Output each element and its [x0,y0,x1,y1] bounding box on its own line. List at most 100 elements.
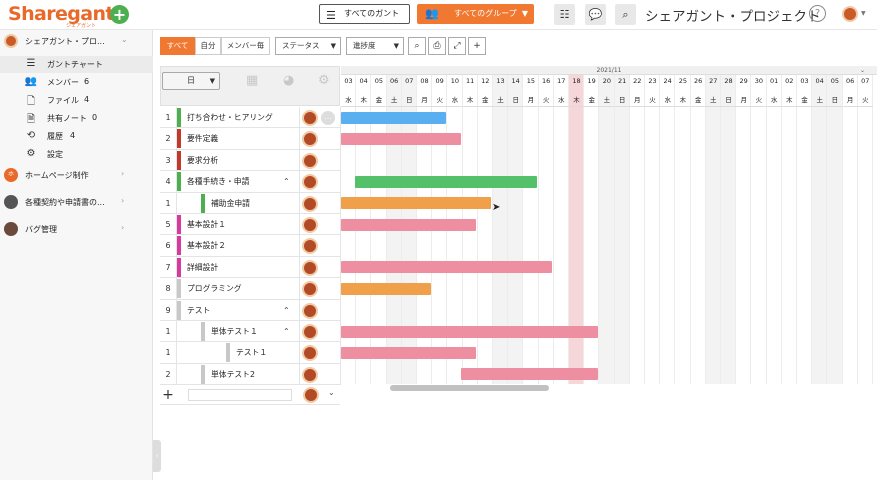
day-number: 25 [678,77,688,85]
sidebar-item-notes[interactable]: 🗎 共有ノート 0 [0,110,153,127]
status-select[interactable]: ステータス ▼ [275,37,341,55]
task-name[interactable]: 補助金申請 [211,193,250,214]
search-icon[interactable]: ⌕ [615,4,636,25]
task-row[interactable]: 6 基本設計２ [160,235,340,257]
task-name[interactable]: 要求分析 [187,150,218,171]
assignee-avatar[interactable] [302,238,318,255]
task-name[interactable]: 基本設計２ [187,235,226,256]
task-row[interactable]: 9 テスト ⌃ [160,300,340,321]
chat-icon[interactable]: 💬 [585,4,606,25]
task-row[interactable]: 1 打ち合わせ・ヒアリング… [160,107,340,129]
task-row[interactable]: 1 テスト１ [160,342,340,364]
collapse-chevron-icon[interactable]: ⌃ [283,171,290,192]
user-menu-caret-icon[interactable]: ▼ [861,10,866,17]
gantt-bar[interactable] [341,197,492,210]
add-task-icon[interactable]: + [160,385,176,405]
scrollbar-thumb[interactable] [390,385,549,391]
all-groups-button[interactable]: 👥 すべてのグループ ▼ [417,4,534,24]
gantt-bar[interactable] [341,132,462,145]
assignee-avatar[interactable] [302,152,318,169]
chevron-down-icon[interactable]: ⌄ [860,66,865,75]
print-icon[interactable]: ⎙ [428,37,446,55]
add-project-icon[interactable]: + [110,5,129,24]
sidebar-project-contracts[interactable]: 各種契約や申請書の... › [0,191,153,215]
expand-icon[interactable]: ⤢ [448,37,466,55]
help-icon[interactable]: ? [809,5,826,22]
gantt-bar[interactable] [341,282,431,295]
chevron-right-icon[interactable]: › [121,169,124,178]
task-name[interactable]: 単体テスト2 [211,364,255,385]
chevron-down-icon: ▼ [330,42,336,50]
task-name[interactable]: テスト１ [236,342,267,363]
task-row[interactable]: 2 要件定義 [160,128,340,150]
sidebar-project-homepage[interactable]: ホ ホームページ制作 › [0,164,153,188]
task-row[interactable]: 8 プログラミング [160,278,340,300]
assignee-avatar[interactable] [302,345,318,362]
gantt-bar[interactable] [341,111,446,124]
task-row[interactable]: 7 詳細設計 [160,257,340,279]
assignee-avatar[interactable] [302,324,318,340]
scale-select[interactable]: 日 ▼ [162,72,220,90]
assignee-avatar[interactable] [302,281,318,298]
gear-icon[interactable]: ⚙ [318,73,330,88]
sidebar-item-files[interactable]: 🗋 ファイル 4 [0,92,153,109]
chevron-right-icon[interactable]: › [121,196,124,205]
filter-mine-button[interactable]: 自分 [195,37,221,55]
sidebar-item-members[interactable]: 👥 メンバー 6 [0,74,153,91]
task-row[interactable]: 3 要求分析 [160,150,340,172]
collapse-chevron-icon[interactable]: ⌃ [283,300,290,321]
sidebar-collapse-handle[interactable]: ‹ [153,440,161,472]
add-icon[interactable]: + [468,37,486,55]
gantt-bar[interactable] [341,346,477,359]
filter-per-member-button[interactable]: メンバー毎 [221,37,270,55]
collapse-chevron-icon[interactable]: ⌃ [283,321,290,342]
task-name[interactable]: テスト [187,300,210,321]
assignee-avatar[interactable] [302,131,318,148]
task-list-icon[interactable]: ☷ [554,4,575,25]
assignee-avatar[interactable] [302,366,318,383]
new-task-input[interactable] [188,389,292,401]
task-row[interactable]: 1 補助金申請 [160,193,340,214]
task-row[interactable]: 1 単体テスト１ ⌃ [160,321,340,343]
user-avatar[interactable] [842,6,858,22]
more-options-icon[interactable]: … [321,111,335,125]
task-name[interactable]: 打ち合わせ・ヒアリング [187,107,273,128]
sidebar-item-settings[interactable]: ⚙ 設定 [0,146,153,163]
chevron-right-icon[interactable]: › [121,223,124,232]
assignee-avatar[interactable] [303,387,319,403]
assignee-avatar[interactable] [302,195,318,212]
assignee-avatar[interactable] [302,302,318,319]
task-row[interactable]: 5 基本設計１ [160,214,340,236]
task-name[interactable]: 各種手続き・申請 [187,171,249,192]
task-name[interactable]: 基本設計１ [187,214,226,235]
gantt-bar[interactable] [341,218,477,231]
assignee-avatar[interactable] [302,174,318,191]
assignee-avatar[interactable] [302,110,318,126]
task-name[interactable]: 要件定義 [187,128,218,149]
sidebar-item-gantt[interactable]: ☰ ガントチャート [0,56,153,73]
task-row[interactable]: 2 単体テスト2 [160,364,340,386]
assignee-avatar[interactable] [302,217,318,233]
gantt-bar[interactable] [354,175,538,188]
calendar-icon[interactable]: ▦ [246,73,258,88]
sidebar-project-sharegantt[interactable]: シェアガント・プロ... ⌄ [0,30,153,54]
assignee-avatar[interactable] [302,259,318,276]
sidebar-item-history[interactable]: ⟲ 履歴 4 [0,128,153,145]
gantt-bar[interactable] [341,261,553,274]
day-column: 03 金 [797,75,813,386]
all-gantt-button[interactable]: ☰ すべてのガント [319,4,410,24]
horizontal-scrollbar[interactable] [341,384,877,392]
chevron-down-icon[interactable]: ⌄ [121,35,128,44]
chevron-down-icon[interactable]: ⌄ [328,388,335,397]
sidebar-project-bugs[interactable]: バグ管理 › [0,218,153,242]
task-name[interactable]: プログラミング [187,278,242,299]
gantt-bar[interactable] [461,368,598,381]
progress-select[interactable]: 進捗度 ▼ [346,37,404,55]
task-name[interactable]: 詳細設計 [187,257,218,278]
gantt-bar[interactable] [341,325,598,338]
search-icon[interactable]: ⌕ [408,37,426,55]
palette-icon[interactable]: ◕ [283,73,294,88]
task-row[interactable]: 4 各種手続き・申請 ⌃ [160,171,340,193]
task-name[interactable]: 単体テスト１ [211,321,258,342]
filter-all-button[interactable]: すべて [160,37,195,55]
